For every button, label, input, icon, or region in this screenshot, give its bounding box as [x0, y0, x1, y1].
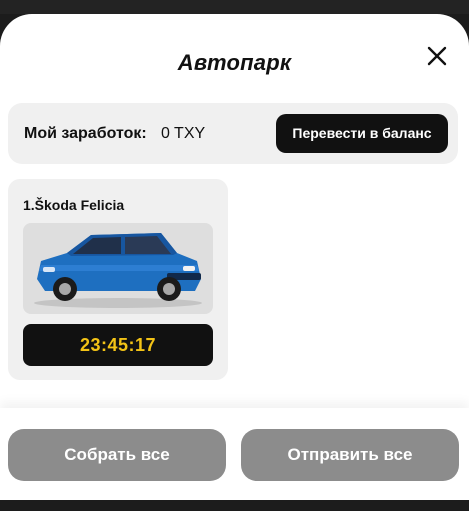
collect-all-button[interactable]: Собрать все: [8, 429, 226, 481]
transfer-to-balance-button[interactable]: Перевести в баланс: [276, 114, 448, 153]
close-button[interactable]: [424, 43, 450, 69]
earnings-panel: Мой заработок: 0 TXY Перевести в баланс: [8, 103, 458, 164]
car-name: 1.Škoda Felicia: [23, 197, 125, 213]
earnings-label: Мой заработок:: [24, 125, 147, 142]
car-illustration: [34, 233, 202, 308]
fleet-modal: Автопарк Мой заработок: 0 TXY Перевести …: [0, 14, 469, 500]
close-icon: [427, 46, 447, 66]
background-strip: [0, 0, 469, 14]
car-card[interactable]: 1.Škoda Felicia 23:45:17: [8, 179, 228, 380]
send-all-button[interactable]: Отправить все: [241, 429, 459, 481]
car-image: [23, 223, 213, 314]
background-strip-bottom: [0, 500, 469, 511]
app-screen: Автопарк Мой заработок: 0 TXY Перевести …: [0, 0, 469, 511]
earnings-value: 0 TXY: [161, 125, 206, 142]
footer-actions: Собрать все Отправить все: [0, 408, 469, 500]
car-timer: 23:45:17: [23, 324, 213, 366]
modal-title: Автопарк: [177, 50, 292, 75]
